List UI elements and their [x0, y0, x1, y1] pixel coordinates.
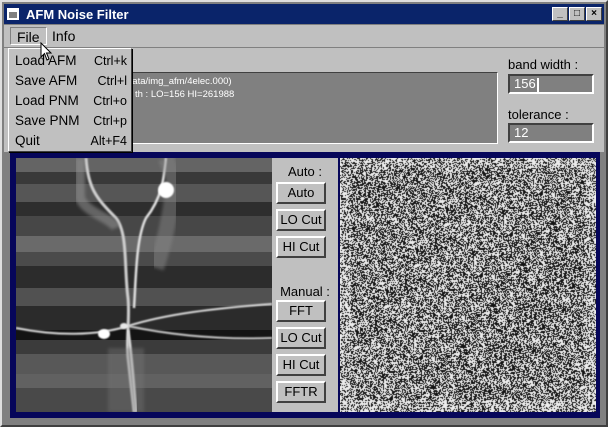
minimize-button[interactable]: _	[552, 7, 568, 21]
tolerance-input[interactable]: 12	[508, 123, 594, 143]
maximize-button[interactable]: □	[569, 7, 585, 21]
close-button[interactable]: ×	[586, 7, 602, 21]
manual-hi-cut-button[interactable]: HI Cut	[276, 354, 326, 376]
fft-image[interactable]	[340, 158, 596, 412]
afm-image-graphic	[16, 158, 272, 412]
image-area: Auto : Auto LO Cut HI Cut Manual : FFT L…	[10, 152, 600, 418]
menu-item-label: Load PNM	[15, 93, 79, 108]
mouse-cursor-icon	[40, 42, 53, 61]
fft-button[interactable]: FFT	[276, 300, 326, 322]
menu-save-pnm[interactable]: Save PNM Ctrl+p	[13, 111, 131, 131]
log-line: th : LO=156 HI=261988	[135, 89, 235, 100]
log-output: data/img_afm/4elec.000) th : LO=156 HI=2…	[124, 72, 498, 144]
menu-bar: File Info	[4, 25, 604, 48]
manual-lo-cut-button[interactable]: LO Cut	[276, 327, 326, 349]
log-line: data/img_afm/4elec.000)	[127, 76, 232, 87]
fftr-button[interactable]: FFTR	[276, 381, 326, 403]
title-bar[interactable]: AFM Noise Filter _ □ ×	[4, 4, 604, 24]
manual-label: Manual :	[280, 284, 330, 299]
tolerance-label: tolerance :	[508, 107, 569, 122]
fft-noise-canvas	[340, 158, 596, 412]
auto-label: Auto :	[288, 164, 322, 179]
afm-image[interactable]	[16, 158, 272, 412]
file-menu-dropdown: Load AFM Ctrl+k Save AFM Ctrl+l Load PNM Ct…	[8, 48, 132, 152]
auto-button[interactable]: Auto	[276, 182, 326, 204]
text-caret	[536, 77, 539, 92]
bandwidth-value: 156	[514, 76, 536, 91]
menu-quit[interactable]: Quit Alt+F4	[13, 131, 131, 151]
menu-item-shortcut: Ctrl+o	[93, 94, 127, 108]
menu-item-shortcut: Ctrl+p	[93, 114, 127, 128]
menu-item-label: Save PNM	[15, 113, 80, 128]
window-title: AFM Noise Filter	[26, 7, 129, 22]
menu-save-afm[interactable]: Save AFM Ctrl+l	[13, 71, 131, 91]
bandwidth-input[interactable]: 156	[508, 74, 594, 94]
menu-item-shortcut: Alt+F4	[90, 134, 127, 148]
window-icon[interactable]	[7, 8, 19, 20]
menu-item-shortcut: Ctrl+l	[97, 74, 127, 88]
menu-item-label: Quit	[15, 133, 40, 148]
auto-lo-cut-button[interactable]: LO Cut	[276, 209, 326, 231]
app-window: AFM Noise Filter _ □ × File Info data/im…	[0, 0, 608, 427]
menu-item-shortcut: Ctrl+k	[94, 54, 127, 68]
tolerance-value: 12	[514, 125, 529, 140]
menu-load-pnm[interactable]: Load PNM Ctrl+o	[13, 91, 131, 111]
auto-hi-cut-button[interactable]: HI Cut	[276, 236, 326, 258]
control-panel: Auto : Auto LO Cut HI Cut Manual : FFT L…	[272, 158, 338, 412]
menu-item-label: Save AFM	[15, 73, 78, 88]
bandwidth-label: band width :	[508, 57, 579, 72]
menu-load-afm[interactable]: Load AFM Ctrl+k	[13, 51, 131, 71]
